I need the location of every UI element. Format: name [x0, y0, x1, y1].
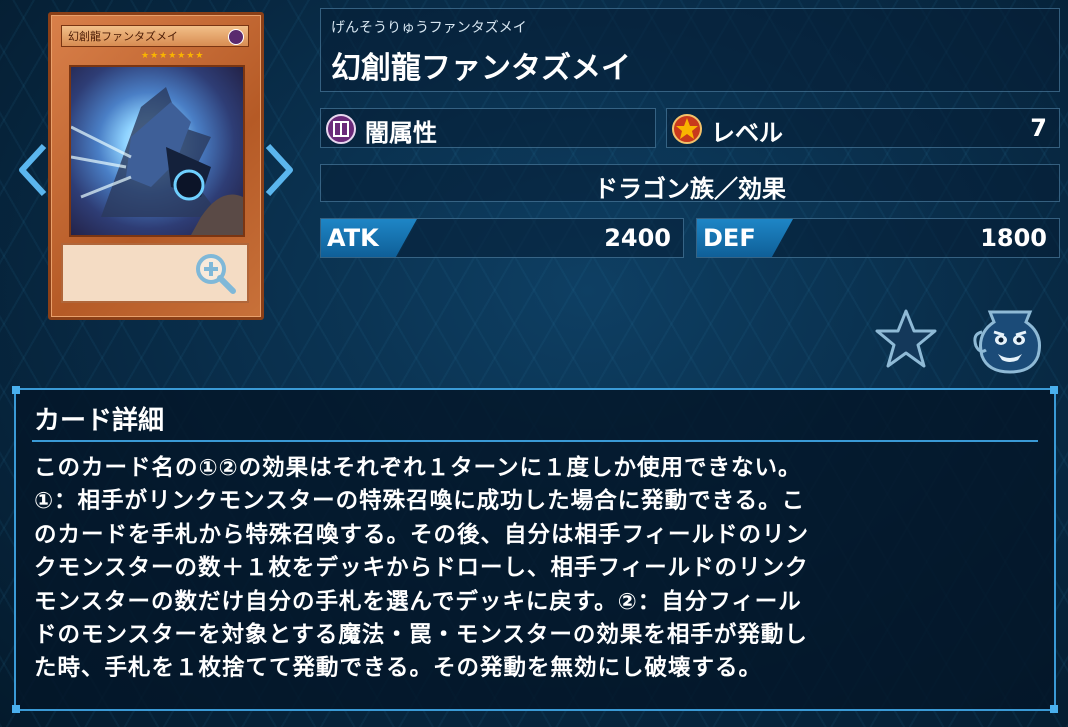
panel-corner [1050, 705, 1058, 713]
level-value: 7 [1030, 114, 1047, 142]
effect-line: クモンスターの数＋１枚をデッキからドローし、相手フィールドのリンク [34, 555, 809, 582]
favorite-star-icon[interactable] [874, 308, 938, 370]
type-panel: ドラゴン族／効果 [320, 164, 1060, 203]
def-tag: DEF [697, 219, 793, 257]
atk-label: ATK [327, 224, 379, 252]
atk-tag: ATK [321, 219, 417, 257]
effect-line: このカード名の①②の効果はそれぞれ１ターンに１度しか使用できない。 [34, 455, 802, 481]
card-effect-text: このカード名の①②の効果はそれぞれ１ターンに１度しか使用できない。 ①：相手がリ… [34, 452, 1038, 686]
card-name: 幻創龍ファンタズメイ [331, 51, 631, 86]
panel-corner [12, 386, 20, 394]
panel-corner [12, 705, 20, 713]
detail-title: カード詳細 [34, 406, 165, 436]
level-label: レベル [711, 119, 783, 147]
chevron-right-icon [265, 143, 293, 197]
effect-line: のカードを手札から特殊召喚する。その後、自分は相手フィールドのリン [34, 521, 810, 548]
card-image-text-area [61, 243, 249, 303]
def-label: DEF [703, 224, 756, 252]
def-value: 1800 [980, 224, 1047, 252]
next-card-button[interactable] [258, 140, 298, 200]
deck-pot-icon[interactable] [972, 304, 1048, 376]
card-image-name: 幻創龍ファンタズメイ [61, 25, 249, 47]
atk-panel: ATK 2400 [320, 218, 684, 258]
card-image[interactable]: 幻創龍ファンタズメイ ★★★★★★★ [48, 12, 264, 320]
atk-value: 2400 [604, 224, 671, 252]
panel-corner [1050, 386, 1058, 394]
effect-line: モンスターの数だけ自分の手札を選んでデッキに戻す。②：自分フィール [34, 588, 802, 615]
effect-line: ドのモンスターを対象とする魔法・罠・モンスターの効果を相手が発動し [34, 622, 808, 649]
card-type: ドラゴン族／効果 [594, 175, 786, 203]
attribute-panel: 闇属性 [320, 108, 656, 148]
detail-divider [32, 440, 1038, 442]
level-panel: レベル 7 [666, 108, 1060, 148]
card-ruby: げんそうりゅうファンタズメイ [331, 20, 527, 36]
card-artwork [69, 65, 245, 237]
card-detail-panel: カード詳細 このカード名の①②の効果はそれぞれ１ターンに１度しか使用できない。 … [12, 386, 1058, 713]
card-image-level-stars: ★★★★★★★ [141, 51, 205, 61]
def-panel: DEF 1800 [696, 218, 1060, 258]
zoom-in-icon[interactable] [193, 251, 237, 295]
attribute-label: 闇属性 [365, 119, 437, 147]
level-star-icon [672, 114, 702, 144]
card-name-panel: げんそうりゅうファンタズメイ 幻創龍ファンタズメイ [320, 8, 1060, 92]
effect-line: た時、手札を１枚捨てて発動できる。その発動を無効にし破壊する。 [34, 655, 763, 682]
dark-attribute-icon [326, 114, 356, 144]
card-image-attribute-icon [228, 29, 244, 45]
effect-line: ①：相手がリンクモンスターの特殊召喚に成功した場合に発動できる。こ [34, 488, 806, 515]
